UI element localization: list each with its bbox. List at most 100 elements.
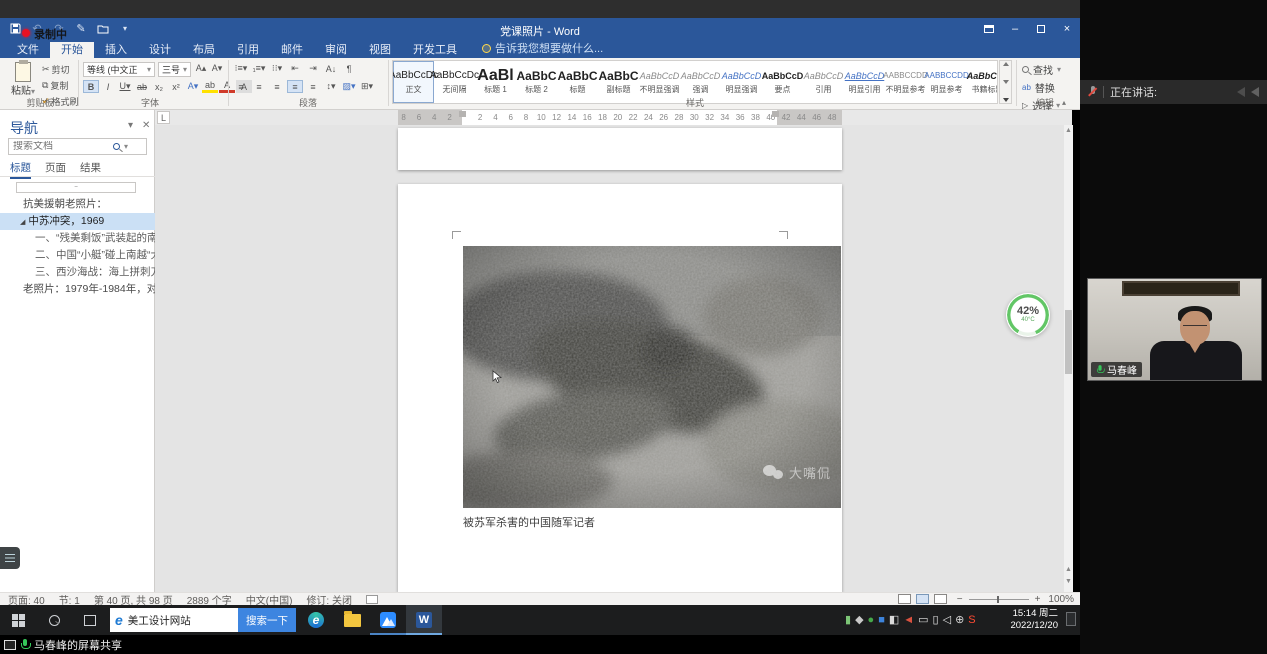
- nav-heading-item[interactable]: 抗美援朝老照片：: [0, 196, 155, 213]
- bullets-button[interactable]: ⁝≡▾: [233, 62, 249, 75]
- nav-heading-item[interactable]: 三、西沙海战：海上拼刺刀战...: [0, 264, 155, 281]
- ribbon-tab[interactable]: 文件: [6, 42, 50, 58]
- nav-close-icon[interactable]: ✕: [142, 120, 150, 131]
- distribute-button[interactable]: ≡: [305, 80, 321, 93]
- search-input[interactable]: [13, 141, 109, 152]
- panel-arrow-icon-left[interactable]: [1237, 87, 1245, 97]
- increase-indent-button[interactable]: ⇥: [305, 62, 321, 75]
- sogou-icon[interactable]: S: [968, 605, 975, 635]
- sort-button[interactable]: A↓: [323, 62, 339, 75]
- grow-font-button[interactable]: A▴: [193, 62, 209, 75]
- file-explorer-button[interactable]: [334, 605, 370, 635]
- style-item[interactable]: AaBl 标题 1: [475, 61, 516, 103]
- ribbon-tab[interactable]: 邮件: [270, 42, 314, 58]
- gallery-more-icon[interactable]: [1003, 98, 1009, 102]
- borders-button[interactable]: ⊞▾: [359, 80, 375, 93]
- font-name-combo[interactable]: 等线 (中文正▾: [83, 62, 155, 77]
- decrease-indent-button[interactable]: ⇤: [287, 62, 303, 75]
- zoom-level[interactable]: 100%: [1048, 594, 1074, 605]
- multilevel-list-button[interactable]: ⁝⁝▾: [269, 62, 285, 75]
- nav-heading-item[interactable]: 老照片：1979年-1984年，对越自...: [0, 281, 155, 298]
- print-layout-icon[interactable]: [916, 594, 929, 604]
- task-view-button[interactable]: [72, 605, 108, 635]
- shading-button[interactable]: ▨▾: [341, 80, 357, 93]
- indent-marker-left[interactable]: [459, 111, 466, 117]
- display-icon[interactable]: ▭: [918, 605, 928, 635]
- highlight-button[interactable]: ab: [202, 80, 218, 93]
- tell-me-box[interactable]: 告诉我您想要做什么...: [482, 40, 603, 58]
- style-item[interactable]: AaBbCcD 书籍标题: [967, 61, 998, 103]
- shrink-font-button[interactable]: A▾: [209, 62, 225, 75]
- start-button[interactable]: [0, 605, 36, 635]
- cd-icon[interactable]: ●: [868, 605, 875, 635]
- zoom-in-button[interactable]: +: [1035, 594, 1041, 605]
- expand-triangle-icon[interactable]: ◢: [20, 219, 25, 226]
- word-app-button[interactable]: W: [406, 605, 442, 635]
- zoom-slider-thumb[interactable]: [997, 596, 999, 603]
- nav-heading-item[interactable]: 二、中国“小艇”碰上南越“大舰”: [0, 247, 155, 264]
- battery-widget[interactable]: 42% 40°C: [1006, 293, 1050, 337]
- copy-button[interactable]: ⧉复制: [42, 79, 79, 92]
- meeting-tray-icon[interactable]: ■: [878, 605, 885, 635]
- strikethrough-button[interactable]: ab: [134, 80, 150, 93]
- browser-search-box[interactable]: e 美工设计网站 搜索一下: [110, 608, 296, 632]
- photo-caption[interactable]: 被苏军杀害的中国随军记者: [463, 514, 595, 530]
- input-mode-icon[interactable]: [366, 595, 378, 604]
- ribbon-tab[interactable]: 插入: [94, 42, 138, 58]
- next-page-icon[interactable]: ▼: [1065, 578, 1072, 585]
- gallery-down-icon[interactable]: [1003, 80, 1009, 84]
- ribbon-tab[interactable]: 布局: [182, 42, 226, 58]
- nav-search-box[interactable]: ▾: [8, 138, 147, 155]
- superscript-button[interactable]: x²: [168, 80, 184, 93]
- ribbon-display-options-icon[interactable]: [976, 18, 1002, 40]
- underline-button[interactable]: U▾: [117, 80, 133, 93]
- edge-button[interactable]: e: [298, 605, 334, 635]
- scroll-up-icon[interactable]: ▲: [1065, 127, 1072, 134]
- zoom-out-button[interactable]: −: [957, 594, 963, 605]
- gallery-up-icon[interactable]: [1003, 62, 1009, 66]
- subscript-button[interactable]: x₂: [151, 80, 167, 93]
- annotation-toolbar-button[interactable]: [0, 547, 20, 569]
- justify-button[interactable]: ≡: [287, 80, 303, 93]
- italic-button[interactable]: I: [100, 80, 116, 93]
- align-left-button[interactable]: ≡: [233, 80, 249, 93]
- align-right-button[interactable]: ≡: [269, 80, 285, 93]
- nav-dropdown-icon[interactable]: ▾: [128, 120, 133, 131]
- security-icon[interactable]: ◆: [855, 605, 863, 635]
- battery-icon[interactable]: ▮: [845, 605, 851, 635]
- search-icon[interactable]: [113, 143, 120, 150]
- line-spacing-button[interactable]: ↕▾: [323, 80, 339, 93]
- bold-button[interactable]: B: [83, 80, 99, 93]
- style-item[interactable]: AaBbCcDc 正文: [393, 61, 434, 103]
- usb-icon[interactable]: ◧: [889, 605, 899, 635]
- prev-page-icon[interactable]: ▲: [1065, 566, 1072, 573]
- network-icon[interactable]: ⊕: [955, 605, 964, 635]
- zoom-slider[interactable]: [969, 599, 1029, 600]
- taskbar-clock[interactable]: 15:14 周二 2022/12/20: [1002, 608, 1058, 632]
- style-item[interactable]: AaBbC 副标题: [598, 61, 639, 103]
- indent-marker-right[interactable]: [772, 111, 779, 117]
- paste-button[interactable]: 粘贴▾: [6, 62, 40, 97]
- text-effects-button[interactable]: A▾: [185, 80, 201, 93]
- scrollbar-thumb[interactable]: [1065, 310, 1072, 374]
- style-item[interactable]: AaBbCcD 引用: [803, 61, 844, 103]
- style-item[interactable]: AaBbCcD 要点: [762, 61, 803, 103]
- minimize-button[interactable]: –: [1002, 18, 1028, 40]
- nav-heading-item[interactable]: ◢中苏冲突，1969: [0, 213, 155, 230]
- style-item[interactable]: AABBCCDD 明显参考: [926, 61, 967, 103]
- ribbon-tab[interactable]: 审阅: [314, 42, 358, 58]
- style-item[interactable]: AaBbCcD 明显引用: [844, 61, 885, 103]
- search-go-button[interactable]: 搜索一下: [238, 608, 296, 632]
- document-photo[interactable]: 大嘴侃: [463, 246, 841, 508]
- ribbon-tab[interactable]: 设计: [138, 42, 182, 58]
- mic-muted-icon[interactable]: [1088, 86, 1097, 99]
- tab-selector[interactable]: L: [157, 111, 170, 124]
- styles-gallery-scroll[interactable]: [999, 60, 1012, 104]
- find-button[interactable]: 查找▾: [1022, 62, 1061, 77]
- volume-icon[interactable]: ◁: [943, 605, 951, 635]
- web-layout-icon[interactable]: [934, 594, 947, 604]
- ribbon-tab[interactable]: 视图: [358, 42, 402, 58]
- ribbon-tab[interactable]: 开发工具: [402, 42, 468, 58]
- font-size-combo[interactable]: 三号▾: [158, 62, 191, 77]
- style-item[interactable]: AaBbCcDc 无间隔: [434, 61, 475, 103]
